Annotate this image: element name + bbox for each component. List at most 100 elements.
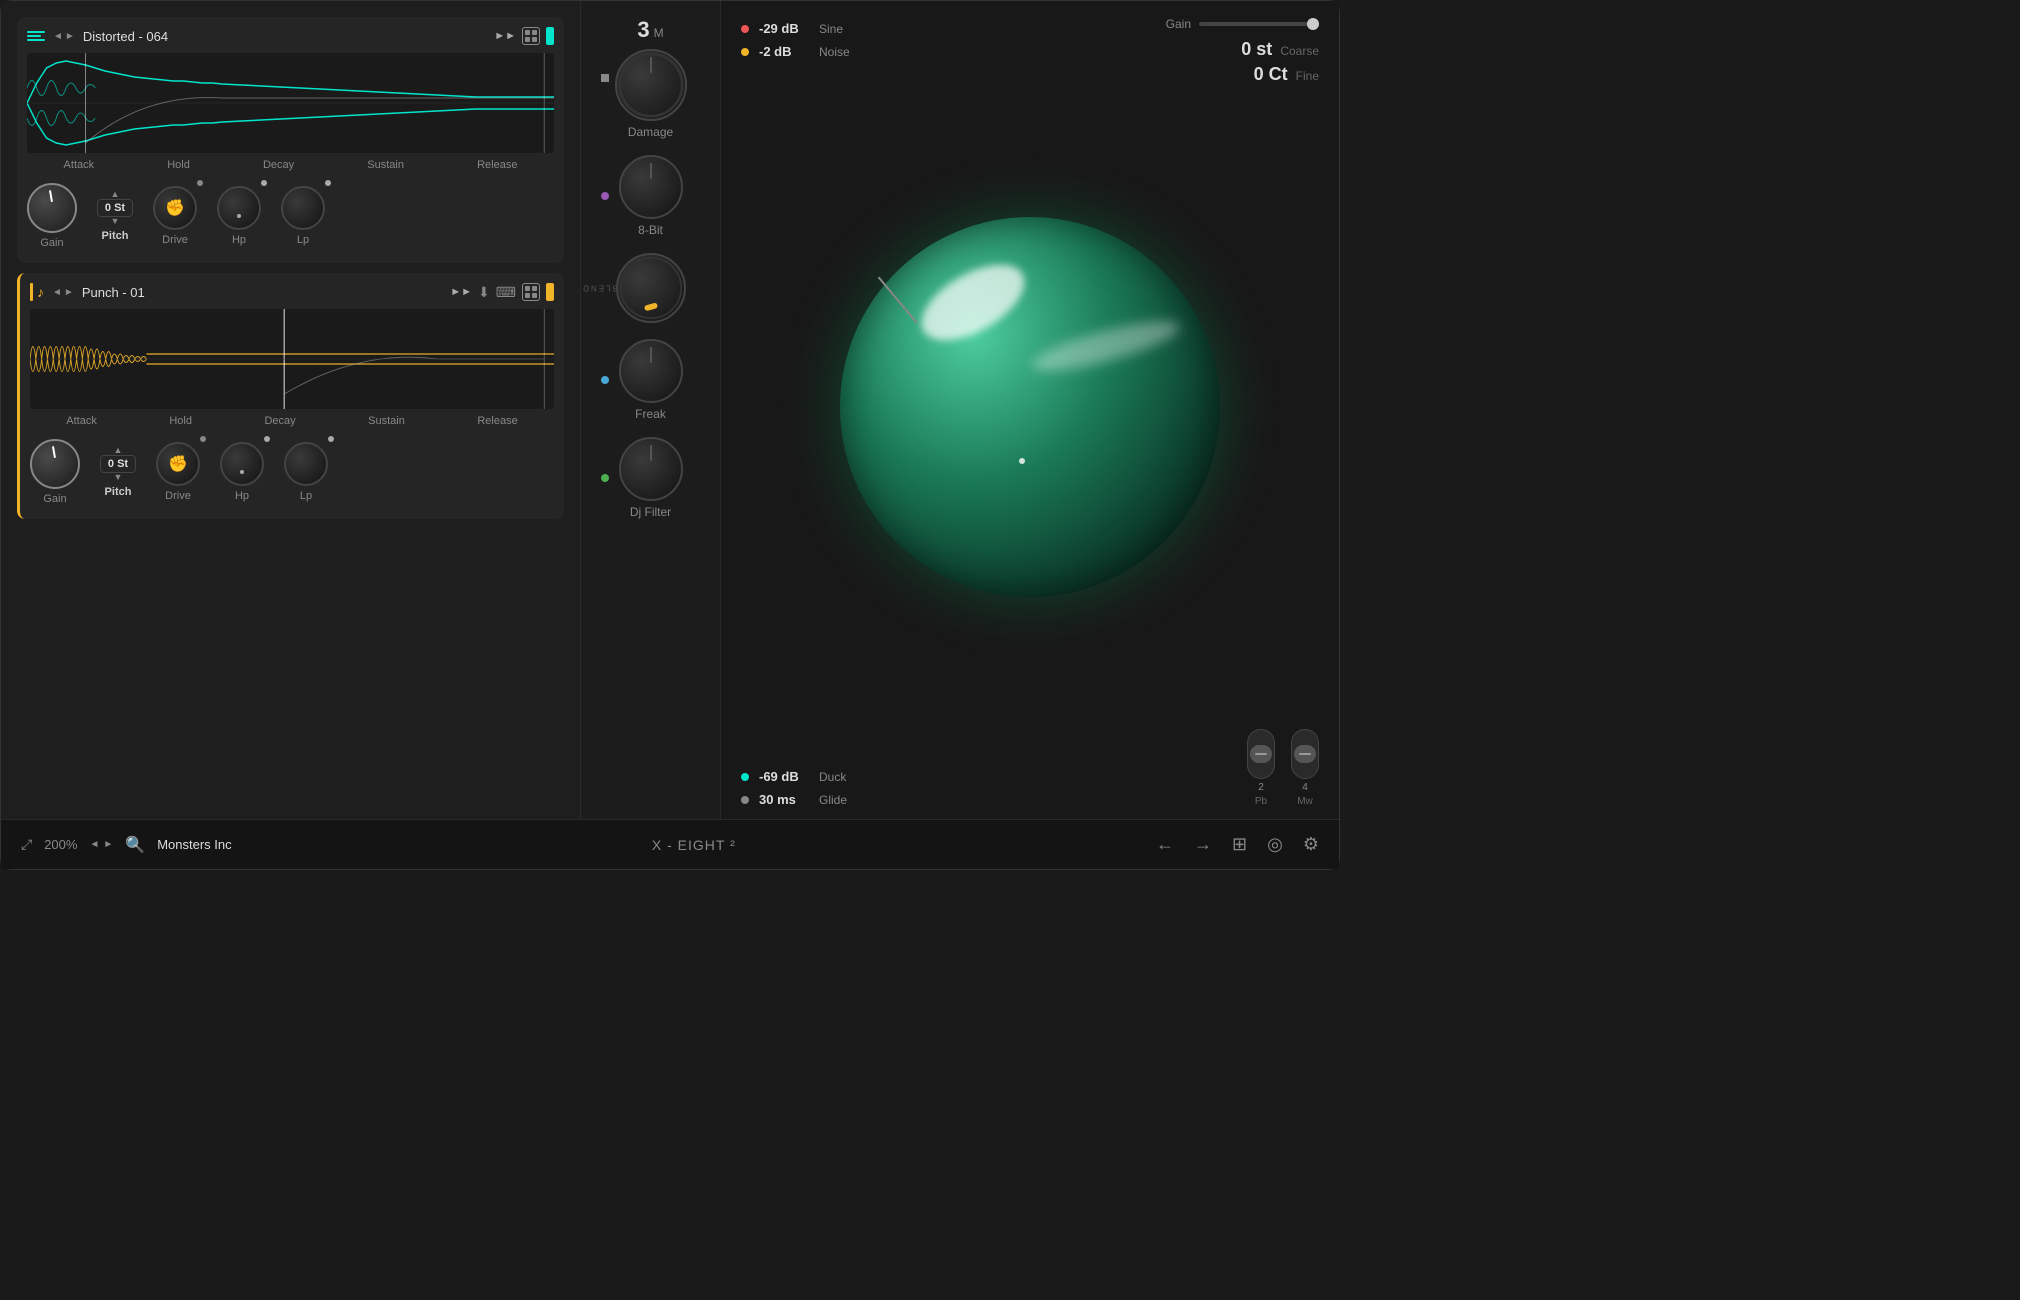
sampler1-lp-group: Lp bbox=[281, 186, 325, 246]
damage-unit: M bbox=[654, 26, 664, 40]
sampler2-nav-arrows[interactable]: ◄► bbox=[52, 287, 74, 298]
sphere-needle bbox=[878, 276, 918, 323]
footer-forward-arrow[interactable]: ► bbox=[103, 839, 113, 850]
sampler1-hp-knob[interactable] bbox=[217, 186, 261, 230]
sampler2-hp-knob[interactable] bbox=[220, 442, 264, 486]
footer-grid-button[interactable]: ⊞ bbox=[1232, 834, 1247, 855]
sampler2-name: Punch - 01 bbox=[82, 285, 442, 300]
sampler2-knobs: Gain ▲ 0 St ▼ Pitch bbox=[30, 435, 554, 509]
bit8-row: 8-Bit bbox=[591, 155, 710, 237]
sampler2-pitch-label: Pitch bbox=[105, 486, 132, 498]
sampler2-note-icon: ♪ bbox=[37, 284, 44, 300]
sampler1-lp-knob[interactable] bbox=[281, 186, 325, 230]
damage-knob[interactable] bbox=[615, 49, 687, 121]
damage-value: 3 bbox=[637, 17, 649, 43]
sampler1-pitch-value: 0 St bbox=[105, 202, 125, 214]
sphere-highlight2 bbox=[1029, 312, 1184, 381]
sampler2-controls: ►► ⬇ ⌨ bbox=[450, 283, 554, 301]
sampler1-sustain-label: Sustain bbox=[367, 159, 404, 171]
sampler1-play[interactable]: ►► bbox=[494, 30, 516, 42]
pb-slider[interactable] bbox=[1247, 729, 1275, 779]
bit8-knob[interactable] bbox=[619, 155, 683, 219]
sampler2-gain-label: Gain bbox=[43, 493, 66, 505]
blend-knob[interactable] bbox=[616, 253, 686, 323]
sampler2-adsr-labels: Attack Hold Decay Sustain Release bbox=[30, 415, 554, 427]
fine-row: 0 Ct Fine bbox=[1254, 64, 1319, 85]
sphere-container[interactable] bbox=[721, 93, 1339, 721]
gain-label: Gain bbox=[1166, 17, 1191, 31]
sampler1-hp-group: Hp bbox=[217, 186, 261, 246]
gain-slider[interactable] bbox=[1199, 22, 1319, 26]
sampler2-hp-group: Hp bbox=[220, 442, 264, 502]
footer-right: ← → ⊞ ◎ ⚙ bbox=[1156, 834, 1319, 855]
right-panel: -29 dB Sine -2 dB Noise Gain bbox=[721, 1, 1339, 819]
sampler1-waveform[interactable] bbox=[27, 53, 554, 153]
osc-glide-dot bbox=[741, 796, 749, 804]
footer-settings-button[interactable]: ⚙ bbox=[1303, 834, 1319, 855]
sampler1-pitch-label: Pitch bbox=[102, 230, 129, 242]
footer-back-arrow[interactable]: ◄ bbox=[89, 839, 99, 850]
sampler2-download[interactable]: ⬇ bbox=[478, 284, 490, 301]
djfilter-knob[interactable] bbox=[619, 437, 683, 501]
search-icon[interactable]: 🔍 bbox=[125, 835, 145, 855]
fine-label: Fine bbox=[1296, 69, 1319, 83]
coarse-row: 0 st Coarse bbox=[1241, 39, 1319, 60]
sampler1-pitch-group: ▲ 0 St ▼ Pitch bbox=[97, 190, 133, 242]
sampler1-header: ◄► Distorted - 064 ►► bbox=[27, 27, 554, 45]
freak-knob[interactable] bbox=[619, 339, 683, 403]
osc-sine-dot bbox=[741, 25, 749, 33]
pb-thumb bbox=[1250, 745, 1272, 763]
sampler2-gain-knob[interactable] bbox=[30, 439, 80, 489]
osc-noise-db: -2 dB bbox=[759, 44, 809, 59]
right-top: -29 dB Sine -2 dB Noise Gain bbox=[721, 1, 1339, 93]
pb-item: 2 Pb bbox=[1247, 729, 1275, 807]
sampler1-knobs: Gain ▲ 0 St ▼ Pitch bbox=[27, 179, 554, 253]
footer-record-button[interactable]: ◎ bbox=[1267, 834, 1283, 855]
expand-icon[interactable]: ⤢ bbox=[21, 836, 32, 853]
sampler1-color-bar bbox=[546, 27, 554, 45]
sampler1-nav-arrows[interactable]: ◄► bbox=[53, 31, 75, 42]
sampler2-drive-knob[interactable]: ✊ bbox=[156, 442, 200, 486]
footer-nav-arrows[interactable]: ◄ ► bbox=[89, 839, 113, 850]
gain-thumb bbox=[1307, 18, 1319, 30]
sampler1-attack-label: Attack bbox=[64, 159, 95, 171]
sampler2-grid-icon[interactable] bbox=[522, 283, 540, 301]
sampler1-drive-knob[interactable]: ✊ bbox=[153, 186, 197, 230]
sampler1-pitch-down[interactable]: ▼ bbox=[111, 217, 120, 226]
sampler2-play[interactable]: ►► bbox=[450, 286, 472, 298]
sampler2-sustain-label: Sustain bbox=[368, 415, 405, 427]
sampler1-drive-label: Drive bbox=[162, 234, 188, 246]
djfilter-row: Dj Filter bbox=[591, 437, 710, 519]
sampler1-pitch-stepper: ▲ 0 St ▼ bbox=[97, 190, 133, 226]
mw-slider[interactable] bbox=[1291, 729, 1319, 779]
coarse-label: Coarse bbox=[1280, 44, 1319, 58]
sampler2-pitch-stepper: ▲ 0 St ▼ bbox=[100, 446, 136, 482]
sampler2-lp-knob[interactable] bbox=[284, 442, 328, 486]
osc-item-duck: -69 dB Duck bbox=[741, 769, 847, 784]
osc-glide-name: Glide bbox=[819, 793, 847, 807]
sampler1-controls: ►► bbox=[494, 27, 554, 45]
djfilter-group: Dj Filter bbox=[619, 437, 683, 519]
sampler2-pitch-down[interactable]: ▼ bbox=[114, 473, 123, 482]
damage-row: 3 M Damage bbox=[591, 17, 710, 139]
mw-label: Mw bbox=[1297, 796, 1313, 807]
sampler1-pitch-up[interactable]: ▲ bbox=[111, 190, 120, 199]
pb-value: 2 bbox=[1258, 782, 1264, 793]
osc-item-noise: -2 dB Noise bbox=[741, 44, 850, 59]
sampler2-release-label: Release bbox=[477, 415, 517, 427]
sampler2-pitch-up[interactable]: ▲ bbox=[114, 446, 123, 455]
footer-back-button[interactable]: ← bbox=[1156, 834, 1174, 855]
sampler1-gain-knob[interactable] bbox=[27, 183, 77, 233]
sampler1-grid-icon[interactable] bbox=[522, 27, 540, 45]
menu-icon[interactable] bbox=[27, 31, 45, 41]
sampler2-waveform[interactable] bbox=[30, 309, 554, 409]
osc-sine-db: -29 dB bbox=[759, 21, 809, 36]
bottom-osc-list: -69 dB Duck 30 ms Glide bbox=[741, 769, 847, 807]
sampler2-pitch-value: 0 St bbox=[108, 458, 128, 470]
sampler2-piano[interactable]: ⌨ bbox=[496, 284, 516, 301]
bit8-label: 8-Bit bbox=[638, 223, 663, 237]
oscillator-list: -29 dB Sine -2 dB Noise bbox=[741, 17, 850, 85]
sphere-highlight bbox=[909, 249, 1036, 355]
footer-forward-button[interactable]: → bbox=[1194, 834, 1212, 855]
sampler2-drive-group: ✊ Drive bbox=[156, 442, 200, 502]
